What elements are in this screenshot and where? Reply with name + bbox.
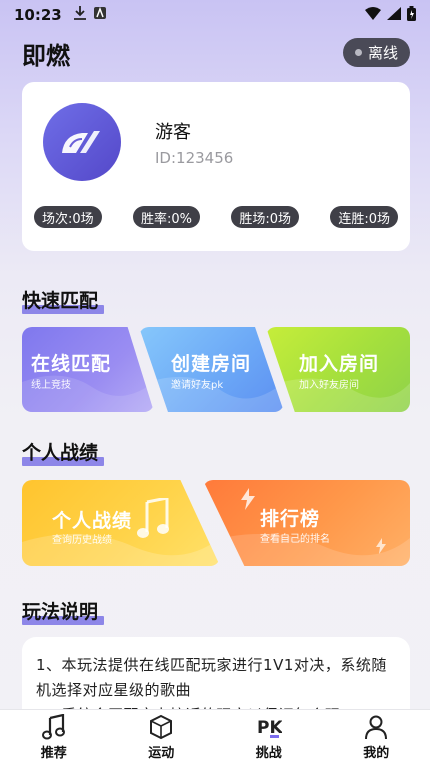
signal-icon [387,6,401,24]
app-notification-icon [93,6,106,23]
create-room-title: 创建房间 [171,353,252,375]
music-note-icon [41,714,65,740]
nav-item-challenge[interactable]: PK 挑战 [215,710,323,765]
nav-label-sports: 运动 [148,746,175,761]
join-room-subtitle: 加入好友房间 [299,380,359,391]
app-title: 即燃 [22,42,70,70]
lightning-small-icon [375,538,387,558]
avatar[interactable] [43,103,121,181]
nav-item-recommend[interactable]: 推荐 [0,710,108,765]
section-title-quick-match: 快速匹配 [22,286,105,314]
nav-label-profile: 我的 [363,746,390,761]
stat-wins: 胜场:0场 [231,206,299,228]
app-logo-icon [62,131,100,153]
leaderboard-subtitle: 查看自己的排名 [260,534,330,545]
nav-item-sports[interactable]: 运动 [108,710,216,765]
download-icon [73,6,86,24]
stat-win-rate: 胜率:0% [132,206,200,228]
username: 游客 [155,122,191,143]
personal-record-title: 个人战绩 [52,510,133,532]
connection-status-button[interactable]: 离线 [342,38,410,67]
personal-record-subtitle: 查询历史战绩 [52,535,112,546]
stats-row: 场次:0场 胜率:0% 胜场:0场 连胜:0场 [34,206,398,228]
connection-status-label: 离线 [367,44,398,62]
leaderboard-tile[interactable]: 排行榜 查看自己的排名 [203,480,410,566]
join-room-tile[interactable]: 加入房间 加入好友房间 [266,327,410,412]
user-id: ID:123456 [155,149,234,167]
nav-label-recommend: 推荐 [40,746,67,761]
stat-matches: 场次:0场 [34,206,102,228]
lightning-icon [239,488,257,514]
status-time: 10:23 [14,6,62,24]
user-icon [365,715,388,740]
create-room-tile[interactable]: 创建房间 邀请好友pk [139,327,284,412]
online-match-title: 在线匹配 [31,353,112,375]
nav-item-profile[interactable]: 我的 [323,710,430,765]
section-title-rules: 玩法说明 [22,597,105,625]
create-room-subtitle: 邀请好友pk [171,380,224,391]
profile-card: 游客 ID:123456 场次:0场 胜率:0% 胜场:0场 连胜:0场 [22,82,410,251]
online-match-subtitle: 线上竞技 [31,380,71,391]
status-dot-icon [354,49,362,56]
section-title-records: 个人战绩 [22,438,105,466]
online-match-tile[interactable]: 在线匹配 线上竞技 [22,327,154,412]
bottom-nav: 推荐 运动 PK 挑战 我的 [0,709,430,765]
wifi-icon [365,6,381,24]
personal-record-tile[interactable]: 个人战绩 查询历史战绩 [22,480,220,566]
battery-icon [407,5,416,25]
status-bar: 10:23 [0,0,430,30]
nav-label-challenge: 挑战 [255,746,282,761]
music-note-icon [137,496,171,544]
leaderboard-title: 排行榜 [260,508,321,530]
stat-win-streak: 连胜:0场 [330,206,398,228]
cube-icon [150,714,173,740]
pk-icon: PK [257,718,282,738]
join-room-title: 加入房间 [299,353,380,375]
